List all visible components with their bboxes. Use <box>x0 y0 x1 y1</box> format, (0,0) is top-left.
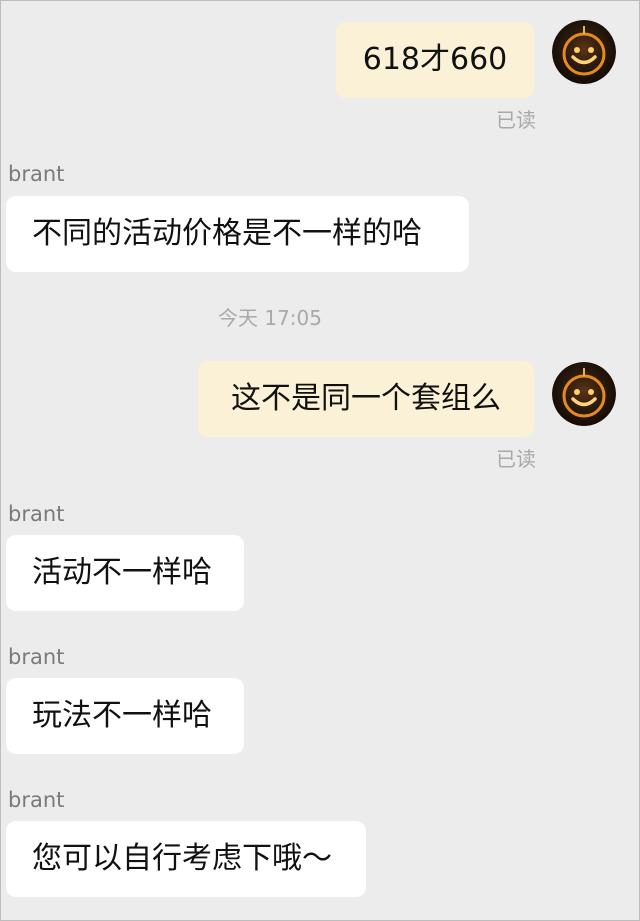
message-text: 618才660 <box>362 42 508 77</box>
smiley-face-icon <box>552 362 616 426</box>
outgoing-message-bubble[interactable]: 618才660 <box>336 22 534 98</box>
incoming-message-bubble[interactable]: 您可以自行考虑下哦～ <box>6 821 366 897</box>
message-text: 这不是同一个套组么 <box>231 381 501 416</box>
message-text: 玩法不一样哈 <box>32 698 212 733</box>
read-receipt: 已读 <box>496 108 536 132</box>
self-avatar[interactable] <box>552 362 616 426</box>
sender-name: brant <box>8 502 65 526</box>
message-text: 您可以自行考虑下哦～ <box>32 841 332 876</box>
self-avatar[interactable] <box>552 20 616 84</box>
outgoing-message-bubble[interactable]: 这不是同一个套组么 <box>198 361 534 437</box>
smiley-face-icon <box>552 20 616 84</box>
sender-name: brant <box>8 162 65 186</box>
message-text: 不同的活动价格是不一样的哈 <box>32 216 422 251</box>
message-text: 活动不一样哈 <box>32 555 212 590</box>
incoming-message-bubble[interactable]: 活动不一样哈 <box>6 535 244 611</box>
chat-timestamp: 今天 17:05 <box>218 306 322 330</box>
sender-name: brant <box>8 645 65 669</box>
incoming-message-bubble[interactable]: 玩法不一样哈 <box>6 678 244 754</box>
sender-name: brant <box>8 788 65 812</box>
incoming-message-bubble[interactable]: 不同的活动价格是不一样的哈 <box>6 196 469 272</box>
read-receipt: 已读 <box>496 447 536 471</box>
image-border <box>0 0 640 921</box>
